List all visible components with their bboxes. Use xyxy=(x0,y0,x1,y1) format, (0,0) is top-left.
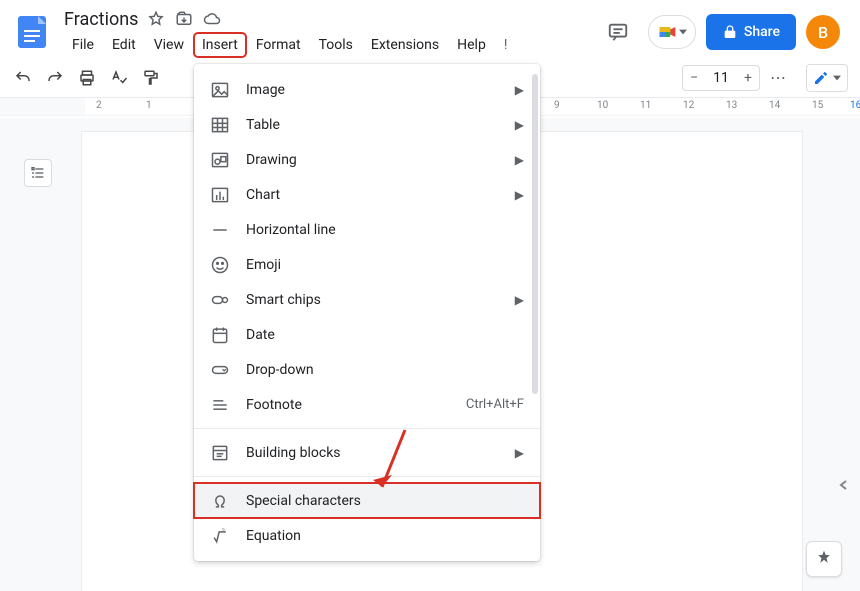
paint-format-icon[interactable] xyxy=(140,67,162,89)
share-button[interactable]: Share xyxy=(706,14,796,50)
insert-dropdown-label: Drop-down xyxy=(246,362,524,378)
menu-insert[interactable]: Insert xyxy=(194,33,246,57)
insert-footnote-label: Footnote xyxy=(246,397,450,413)
document-title[interactable]: Fractions xyxy=(64,9,138,30)
undo-icon[interactable] xyxy=(12,67,34,89)
share-label: Share xyxy=(744,24,780,40)
building-blocks-icon xyxy=(210,443,230,463)
ruler-tick: 12 xyxy=(683,100,694,111)
insert-equation-label: Equation xyxy=(246,528,524,544)
insert-emoji-label: Emoji xyxy=(246,257,524,273)
insert-footnote[interactable]: Footnote Ctrl+Alt+F xyxy=(194,387,540,422)
insert-drawing-label: Drawing xyxy=(246,152,499,168)
more-toolbar-icon[interactable]: ⋯ xyxy=(768,67,790,89)
insert-building-blocks[interactable]: Building blocks ▶ xyxy=(194,435,540,470)
smart-chips-icon xyxy=(210,290,230,310)
insert-dropdown[interactable]: Drop-down xyxy=(194,352,540,387)
date-icon xyxy=(210,325,230,345)
star-icon[interactable] xyxy=(146,9,166,29)
ruler-tick: 14 xyxy=(769,100,780,111)
insert-chart-label: Chart xyxy=(246,187,499,203)
image-icon xyxy=(210,80,230,100)
menu-file[interactable]: File xyxy=(64,33,102,57)
footnote-shortcut: Ctrl+Alt+F xyxy=(466,397,524,412)
ruler-tick: 15 xyxy=(812,100,823,111)
chart-icon xyxy=(210,185,230,205)
editing-mode-button[interactable] xyxy=(806,64,848,92)
table-icon xyxy=(210,115,230,135)
submenu-arrow-icon: ▶ xyxy=(515,446,524,460)
insert-horizontal-line[interactable]: Horizontal line xyxy=(194,212,540,247)
toolbar-right: − 11 + ⋯ xyxy=(682,64,848,92)
menu-extensions[interactable]: Extensions xyxy=(363,33,447,57)
ruler-tick: 13 xyxy=(726,100,737,111)
equation-icon: 2 xyxy=(210,526,230,546)
insert-special-characters-label: Special characters xyxy=(246,493,524,509)
ruler-tick: 1 xyxy=(146,100,152,111)
title-column: Fractions File Edit View Insert Format T… xyxy=(64,7,598,57)
menu-edit[interactable]: Edit xyxy=(104,33,144,57)
insert-table[interactable]: Table ▶ xyxy=(194,107,540,142)
insert-image[interactable]: Image ▶ xyxy=(194,72,540,107)
redo-icon[interactable] xyxy=(44,67,66,89)
drawing-icon xyxy=(210,150,230,170)
omega-icon xyxy=(210,491,230,511)
outline-toggle-button[interactable] xyxy=(24,159,52,187)
insert-smart-chips[interactable]: Smart chips ▶ xyxy=(194,282,540,317)
insert-special-characters[interactable]: Special characters xyxy=(194,483,540,518)
insert-chart[interactable]: Chart ▶ xyxy=(194,177,540,212)
submenu-arrow-icon: ▶ xyxy=(515,153,524,167)
menu-separator xyxy=(194,428,540,429)
header-right: Share B xyxy=(598,12,848,52)
move-icon[interactable] xyxy=(174,9,194,29)
font-size-control: − 11 + xyxy=(682,65,760,91)
explore-button[interactable] xyxy=(806,541,842,577)
meet-button[interactable] xyxy=(648,15,696,49)
menu-format[interactable]: Format xyxy=(248,33,309,57)
insert-hline-label: Horizontal line xyxy=(246,222,524,238)
cloud-status-icon[interactable] xyxy=(202,9,222,29)
side-panel-toggle[interactable] xyxy=(834,475,854,495)
emoji-icon xyxy=(210,255,230,275)
insert-emoji[interactable]: Emoji xyxy=(194,247,540,282)
menu-help[interactable]: Help xyxy=(449,33,494,57)
menu-bar: File Edit View Insert Format Tools Exten… xyxy=(64,33,598,57)
submenu-arrow-icon: ▶ xyxy=(515,118,524,132)
submenu-arrow-icon: ▶ xyxy=(515,83,524,97)
insert-date-label: Date xyxy=(246,327,524,343)
ruler-tick: 10 xyxy=(597,100,608,111)
account-avatar[interactable]: B xyxy=(806,15,840,49)
font-size-plus[interactable]: + xyxy=(737,70,759,86)
horizontal-line-icon xyxy=(210,220,230,240)
dropdown-icon xyxy=(210,360,230,380)
docs-app-icon[interactable] xyxy=(12,12,52,52)
spellcheck-icon[interactable] xyxy=(108,67,130,89)
submenu-arrow-icon: ▶ xyxy=(515,293,524,307)
ruler-tick: 11 xyxy=(640,100,651,111)
insert-smartchips-label: Smart chips xyxy=(246,292,499,308)
insert-building-blocks-label: Building blocks xyxy=(246,445,499,461)
title-bar: Fractions File Edit View Insert Format T… xyxy=(0,0,860,58)
print-icon[interactable] xyxy=(76,67,98,89)
ruler-tick: 2 xyxy=(96,100,102,111)
ruler-tick: 9 xyxy=(554,100,560,111)
insert-equation[interactable]: 2 Equation xyxy=(194,518,540,553)
font-size-minus[interactable]: − xyxy=(683,70,705,86)
title-row: Fractions xyxy=(64,7,598,31)
insert-table-label: Table xyxy=(246,117,499,133)
font-size-value[interactable]: 11 xyxy=(705,70,737,86)
insert-drawing[interactable]: Drawing ▶ xyxy=(194,142,540,177)
menu-view[interactable]: View xyxy=(146,33,192,57)
menu-overflow[interactable]: ! xyxy=(496,33,516,57)
insert-date[interactable]: Date xyxy=(194,317,540,352)
menu-separator xyxy=(194,476,540,477)
submenu-arrow-icon: ▶ xyxy=(515,188,524,202)
ruler-tick: 16 xyxy=(850,100,860,111)
comment-history-icon[interactable] xyxy=(598,12,638,52)
footnote-icon xyxy=(210,395,230,415)
insert-image-label: Image xyxy=(246,82,499,98)
menu-tools[interactable]: Tools xyxy=(311,33,361,57)
insert-menu-dropdown: Image ▶ Table ▶ Drawing ▶ Chart ▶ Horizo… xyxy=(194,64,540,561)
